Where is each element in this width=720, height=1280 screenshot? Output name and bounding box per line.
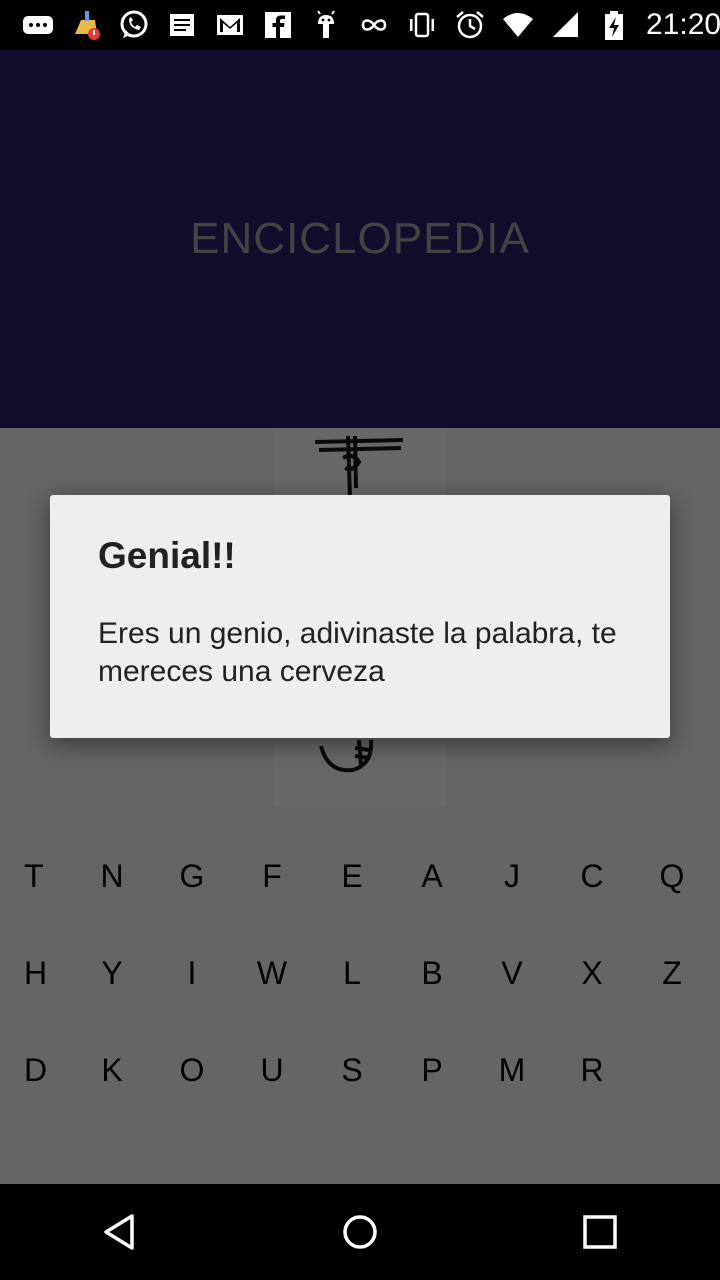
- recents-icon[interactable]: [540, 1184, 660, 1280]
- dialog-title: Genial!!: [98, 535, 236, 576]
- message-icon: [14, 0, 62, 50]
- android-icon: [302, 0, 350, 50]
- home-icon[interactable]: [300, 1184, 420, 1280]
- facebook-icon: [254, 0, 302, 50]
- clock: 21:20: [646, 8, 720, 41]
- signal-icon: [542, 0, 590, 50]
- system-status: 21:20: [398, 0, 720, 50]
- back-icon[interactable]: [60, 1184, 180, 1280]
- vibrate-icon: [398, 0, 446, 50]
- dialog-message: Eres un genio, adivinaste la palabra, te…: [98, 617, 617, 688]
- status-bar: 21:20: [0, 0, 720, 50]
- navigation-bar: [0, 1184, 720, 1280]
- cleaner-icon: [62, 0, 110, 50]
- notification-icons: [0, 0, 398, 50]
- gmail-icon: [206, 0, 254, 50]
- alarm-icon: [446, 0, 494, 50]
- whatsapp-icon: [110, 0, 158, 50]
- document-icon: [158, 0, 206, 50]
- infinity-icon: [350, 0, 398, 50]
- battery-charging-icon: [590, 0, 638, 50]
- wifi-icon: [494, 0, 542, 50]
- win-dialog: Genial!! Eres un genio, adivinaste la pa…: [50, 495, 670, 738]
